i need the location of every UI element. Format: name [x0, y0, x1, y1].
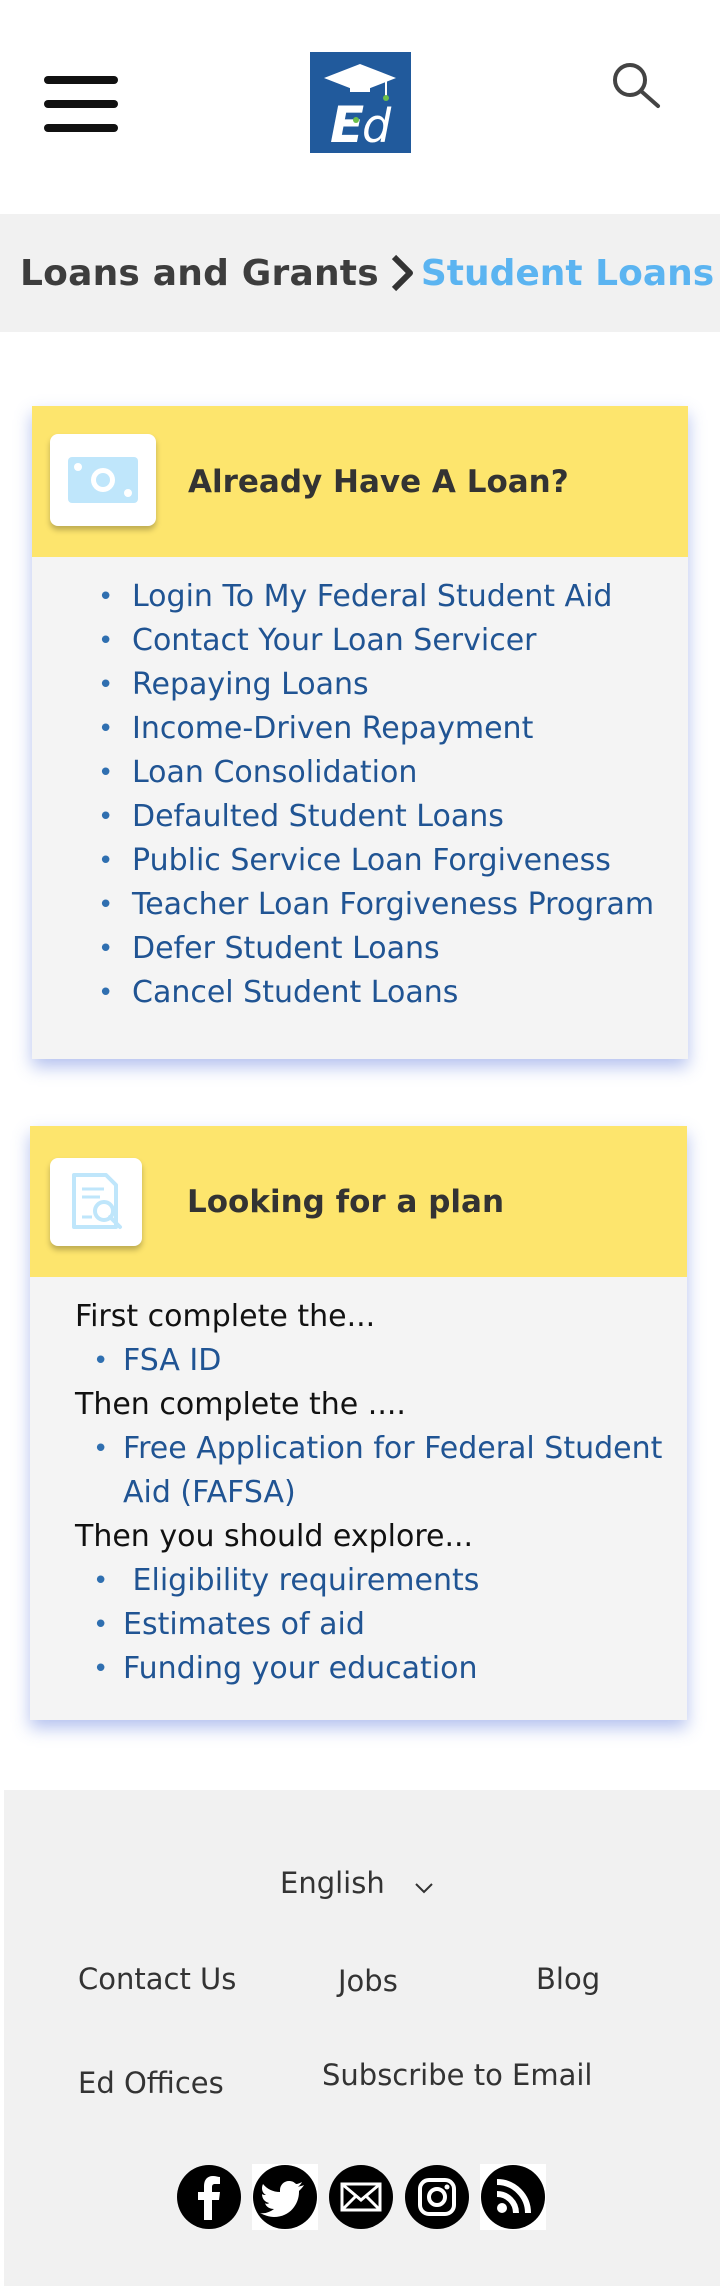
plan-step3-list: Eligibility requirements Estimates of ai… [75, 1559, 663, 1691]
plan-card-title: Looking for a plan [187, 1183, 505, 1220]
plan-step2-list: Free Application for Federal Student Aid… [75, 1427, 663, 1515]
list-item: Teacher Loan Forgiveness Program [98, 883, 688, 927]
link-defaulted[interactable]: Defaulted Student Loans [132, 799, 504, 834]
link-repaying-loans[interactable]: Repaying Loans [132, 667, 369, 702]
language-label: English [280, 1866, 385, 1900]
footer-link-blog[interactable]: Blog [536, 1962, 600, 1996]
footer-link-contact-us[interactable]: Contact Us [78, 1962, 236, 1996]
breadcrumb: Loans and Grants Student Loans [0, 214, 720, 332]
list-item: Defaulted Student Loans [98, 795, 688, 839]
ed-logo[interactable]: E d [310, 52, 411, 154]
link-pslf[interactable]: Public Service Loan Forgiveness [132, 843, 611, 878]
plan-card-header: Looking for a plan [30, 1126, 687, 1277]
plan-step1-list: FSA ID [75, 1339, 663, 1383]
footer-link-jobs[interactable]: Jobs [338, 1964, 398, 1998]
search-icon[interactable] [606, 56, 666, 116]
site-footer: English Contact Us Jobs Blog Ed Offices … [4, 1790, 720, 2286]
chevron-down-icon [415, 1883, 433, 1894]
plan-step1-text: First complete the... [75, 1299, 376, 1334]
document-search-icon [50, 1158, 142, 1246]
footer-link-ed-offices[interactable]: Ed Offices [78, 2066, 224, 2100]
list-item: FSA ID [93, 1339, 663, 1383]
link-funding-education[interactable]: Funding your education [123, 1651, 477, 1686]
link-defer[interactable]: Defer Student Loans [132, 931, 440, 966]
page: E d Loans and Grants Student Loans Alrea… [0, 0, 720, 2286]
link-fafsa[interactable]: Free Application for Federal Student Aid… [123, 1431, 662, 1510]
list-item: Public Service Loan Forgiveness [98, 839, 688, 883]
link-income-driven[interactable]: Income-Driven Repayment [132, 711, 533, 746]
hamburger-menu-icon[interactable] [44, 76, 120, 134]
rss-icon[interactable] [480, 2164, 546, 2230]
footer-link-subscribe-email[interactable]: Subscribe to Email [322, 2058, 593, 2092]
social-links [176, 2164, 546, 2230]
list-item: Funding your education [93, 1647, 663, 1691]
link-fsa-id[interactable]: FSA ID [123, 1343, 221, 1378]
plan-step3-text: Then you should explore... [75, 1519, 474, 1554]
facebook-icon[interactable] [176, 2164, 242, 2230]
email-icon[interactable] [328, 2164, 394, 2230]
site-header: E d [0, 0, 720, 214]
list-item: Free Application for Federal Student Aid… [93, 1427, 663, 1515]
link-eligibility[interactable]: Eligibility requirements [123, 1563, 480, 1598]
link-consolidation[interactable]: Loan Consolidation [132, 755, 417, 790]
breadcrumb-current-page: Student Loans [420, 252, 715, 294]
list-item: Eligibility requirements [93, 1559, 663, 1603]
plan-card: Looking for a plan First complete the...… [30, 1126, 687, 1720]
svg-text:E: E [330, 96, 364, 153]
loan-card-header: Already Have A Loan? [32, 406, 688, 557]
link-teacher-forgiveness[interactable]: Teacher Loan Forgiveness Program [132, 887, 654, 922]
list-item: Estimates of aid [93, 1603, 663, 1647]
loan-card-title: Already Have A Loan? [188, 463, 569, 500]
list-item: Contact Your Loan Servicer [98, 619, 688, 663]
language-selector[interactable]: English [280, 1866, 435, 1900]
breadcrumb-loans-and-grants[interactable]: Loans and Grants [20, 253, 379, 294]
link-cancel[interactable]: Cancel Student Loans [132, 975, 458, 1010]
link-contact-servicer[interactable]: Contact Your Loan Servicer [132, 623, 537, 658]
plan-step2-text: Then complete the .... [75, 1387, 406, 1422]
plan-card-body: First complete the... FSA ID Then comple… [30, 1277, 687, 1691]
link-estimates-of-aid[interactable]: Estimates of aid [123, 1607, 365, 1642]
twitter-icon[interactable] [252, 2164, 318, 2230]
list-item: Loan Consolidation [98, 751, 688, 795]
money-bill-icon [50, 434, 156, 526]
list-item: Income-Driven Repayment [98, 707, 688, 751]
instagram-icon[interactable] [404, 2164, 470, 2230]
loan-card: Already Have A Loan? Login To My Federal… [32, 406, 688, 1059]
link-login-fsa[interactable]: Login To My Federal Student Aid [132, 579, 612, 614]
svg-text:d: d [362, 99, 392, 153]
chevron-right-icon [391, 254, 413, 292]
list-item: Login To My Federal Student Aid [98, 575, 688, 619]
list-item: Repaying Loans [98, 663, 688, 707]
list-item: Defer Student Loans [98, 927, 688, 971]
list-item: Cancel Student Loans [98, 971, 688, 1015]
loan-links-list: Login To My Federal Student Aid Contact … [32, 557, 688, 1015]
